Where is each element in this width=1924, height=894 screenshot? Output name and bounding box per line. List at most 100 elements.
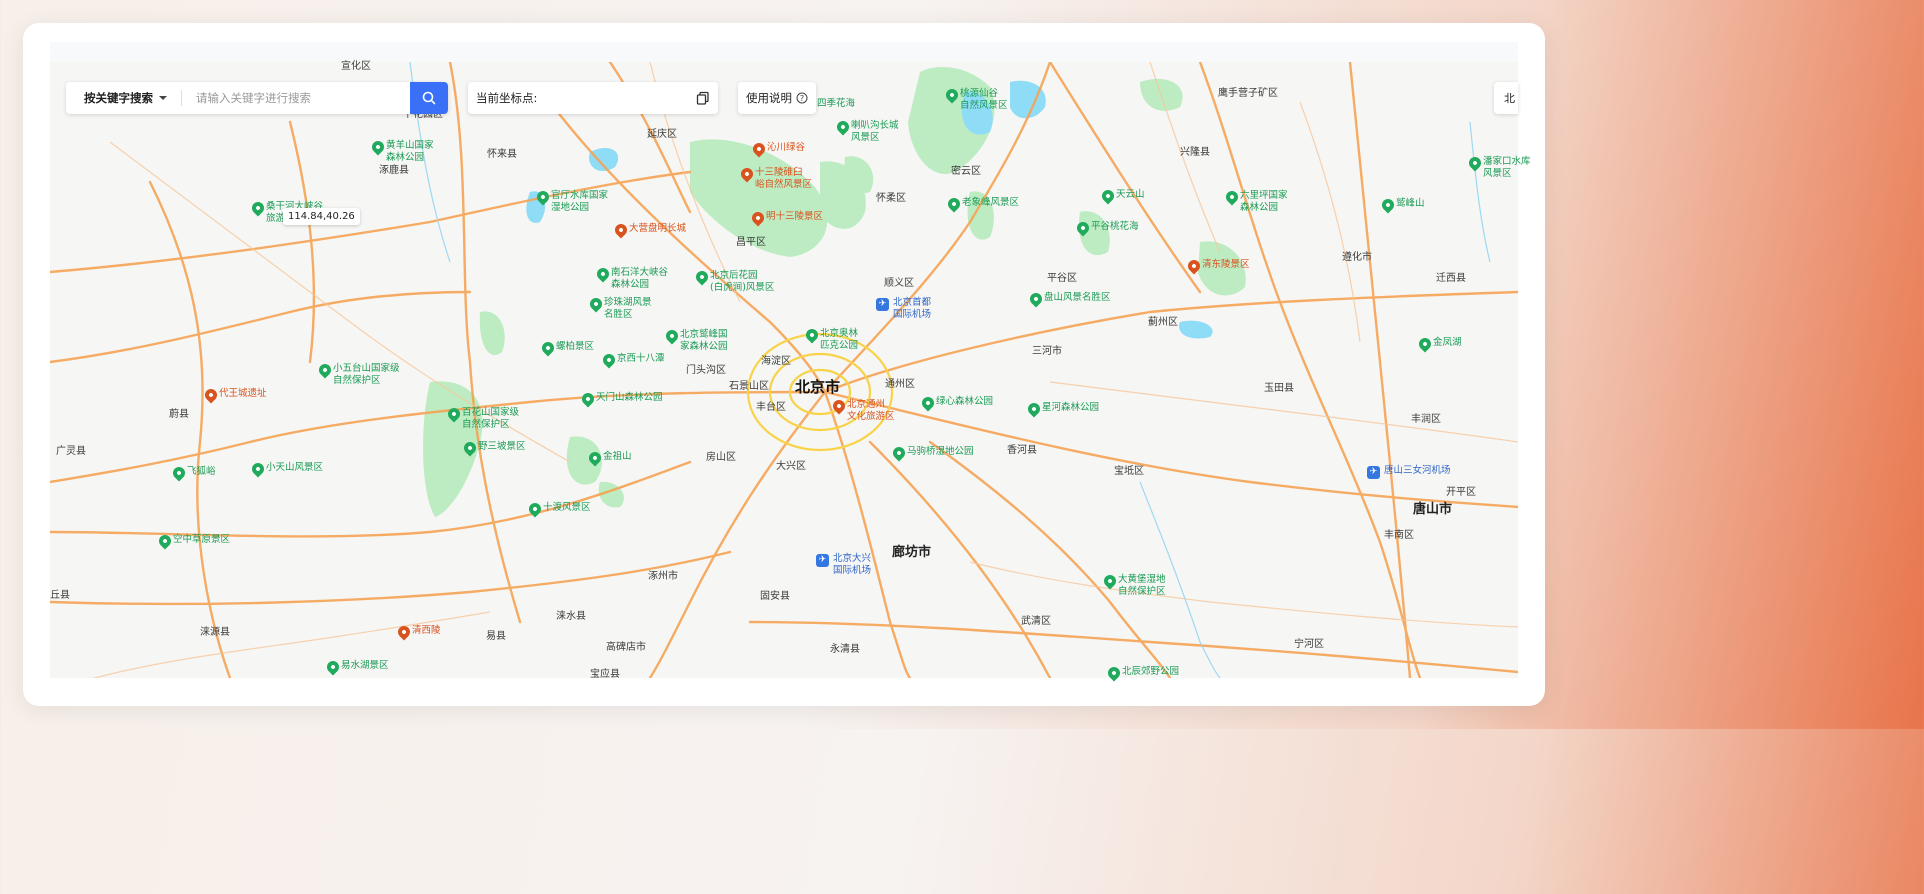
scenic-poi-label[interactable]: 北辰郊野公园: [1122, 666, 1179, 678]
city-label: 遵化市: [1342, 252, 1372, 263]
scenic-poi-label[interactable]: 喇叭沟长城 风景区: [851, 120, 899, 144]
scenic-poi-label[interactable]: 金凤湖: [1433, 337, 1462, 349]
historic-poi-label[interactable]: 十三陵碓臼 峪自然风景区: [755, 167, 812, 191]
scenic-poi-label[interactable]: 绿心森林公园: [936, 396, 993, 408]
scenic-poi-label[interactable]: 盘山风景名胜区: [1044, 292, 1111, 304]
scenic-poi-label[interactable]: 四季花海: [817, 98, 855, 110]
scenic-poi-label[interactable]: 小天山风景区: [266, 462, 323, 474]
search-mode-label: 按关键字搜索: [84, 91, 153, 105]
city-label: 丰南区: [1384, 530, 1414, 541]
city-label: 门头沟区: [686, 365, 726, 376]
search-mode-dropdown[interactable]: 按关键字搜索: [84, 90, 167, 106]
scenic-poi-label[interactable]: 京西十八潭: [617, 353, 665, 365]
historic-poi-label[interactable]: 沁川绿谷: [767, 142, 805, 154]
scenic-poi-label[interactable]: 螺柏景区: [556, 341, 594, 353]
scenic-poi-label[interactable]: 大黄堡湿地 自然保护区: [1118, 574, 1166, 598]
airport-icon[interactable]: ✈: [1367, 466, 1380, 479]
scenic-poi-label[interactable]: 老象峰风景区: [962, 197, 1019, 209]
city-label: 易县: [486, 631, 506, 642]
scenic-poi-label[interactable]: 十渡风景区: [543, 502, 591, 514]
city-label: 大兴区: [776, 461, 806, 472]
city-label: 丘县: [50, 590, 70, 601]
scenic-poi-label[interactable]: 南石洋大峡谷 森林公园: [611, 267, 668, 291]
city-label: 香河县: [1007, 445, 1037, 456]
scenic-poi-label[interactable]: 天门山森林公园: [596, 392, 663, 404]
city-label: 涿州市: [648, 571, 678, 582]
scenic-poi-label[interactable]: 金祖山: [603, 451, 632, 463]
airport-icon[interactable]: ✈: [816, 554, 829, 567]
city-label: 廊坊市: [892, 545, 932, 560]
scenic-poi-label[interactable]: 黄羊山国家 森林公园: [386, 140, 434, 164]
city-label: 开平区: [1446, 487, 1476, 498]
city-label: 涞源县: [200, 627, 230, 638]
historic-poi-label[interactable]: 清东陵景区: [1202, 259, 1250, 271]
city-label: 迁西县: [1436, 273, 1466, 284]
city-label: 昌平区: [736, 237, 766, 248]
coordinate-label: 当前坐标点:: [476, 91, 538, 105]
scenic-poi-label[interactable]: 平谷桃花海: [1091, 221, 1139, 233]
scenic-poi-label[interactable]: 六里坪国家 森林公园: [1240, 190, 1288, 214]
scenic-poi-label[interactable]: 珍珠湖风景 名胜区: [604, 297, 652, 321]
right-panel-label: 北: [1504, 92, 1515, 105]
map-canvas[interactable]: [50, 62, 1518, 678]
city-label: 玉田县: [1264, 383, 1294, 394]
copy-icon[interactable]: [696, 90, 710, 109]
city-label: 鹰手营子矿区: [1218, 88, 1278, 99]
historic-poi-label[interactable]: 大营盘明长城: [629, 223, 686, 235]
city-label: 怀柔区: [876, 193, 906, 204]
city-label: 丰润区: [1411, 414, 1441, 425]
scenic-poi-label[interactable]: 空中草原景区: [173, 534, 230, 546]
right-panel-button[interactable]: 北: [1494, 82, 1518, 114]
scenic-poi-label[interactable]: 北京鹫峰国 家森林公园: [680, 329, 728, 353]
scenic-poi-label[interactable]: 星河森林公园: [1042, 402, 1099, 414]
scenic-poi-label[interactable]: 飞狐峪: [187, 466, 216, 478]
chevron-down-icon: [159, 96, 167, 100]
search-input[interactable]: [194, 90, 398, 106]
city-label: 怀来县: [487, 149, 517, 160]
city-label: 北京市: [795, 378, 841, 396]
help-label: 使用说明: [746, 91, 792, 105]
scenic-poi-label[interactable]: 桃源仙谷 自然风景区: [960, 88, 1008, 112]
city-label: 蔚县: [169, 409, 189, 420]
city-label: 平谷区: [1047, 273, 1077, 284]
search-box: 按关键字搜索: [66, 82, 448, 114]
search-button[interactable]: [410, 82, 448, 114]
city-label: 宝坻区: [1114, 466, 1144, 477]
city-label: 唐山市: [1413, 502, 1453, 517]
city-label: 密云区: [951, 166, 981, 177]
city-label: 海淀区: [761, 356, 791, 367]
scenic-poi-label[interactable]: 野三坡景区: [478, 441, 526, 453]
city-label: 兴隆县: [1180, 147, 1210, 158]
airport-label[interactable]: 北京大兴 国际机场: [833, 553, 871, 577]
scenic-poi-label[interactable]: 马驹桥湿地公园: [907, 446, 974, 458]
scenic-poi-label[interactable]: 天云山: [1116, 189, 1145, 201]
historic-poi-label[interactable]: 代王城遗址: [219, 388, 267, 400]
scenic-poi-label[interactable]: 潘家口水库 风景区: [1483, 156, 1531, 180]
scenic-poi-label[interactable]: 北京奥林 匹克公园: [820, 328, 858, 352]
historic-poi-label[interactable]: 北京通州 文化旅游区: [847, 399, 895, 423]
city-label: 宝应县: [590, 669, 620, 680]
city-label: 固安县: [760, 591, 790, 602]
scenic-poi-label[interactable]: 官厅水库国家 湿地公园: [551, 190, 608, 214]
scenic-poi-label[interactable]: 小五台山国家级 自然保护区: [333, 363, 400, 387]
scenic-poi-label[interactable]: 鹫峰山: [1396, 198, 1425, 210]
airport-icon[interactable]: ✈: [876, 298, 889, 311]
city-label: 石景山区: [729, 381, 769, 392]
city-label: 房山区: [706, 452, 736, 463]
scenic-poi-label[interactable]: 百花山国家级 自然保护区: [462, 407, 519, 431]
historic-poi-label[interactable]: 明十三陵景区: [766, 211, 823, 223]
scenic-poi-label[interactable]: 易水湖景区: [341, 660, 389, 672]
scenic-poi-label[interactable]: 北京后花园 (白虎涧)风景区: [710, 270, 774, 294]
city-label: 蓟州区: [1148, 317, 1178, 328]
historic-poi-label[interactable]: 清西陵: [412, 625, 441, 637]
airport-label[interactable]: 唐山三女河机场: [1384, 465, 1451, 477]
svg-text:?: ?: [800, 94, 804, 103]
city-label: 永清县: [830, 644, 860, 655]
city-label: 涞水县: [556, 611, 586, 622]
coordinate-box: 当前坐标点:: [468, 82, 718, 114]
city-label: 顺义区: [884, 278, 914, 289]
airport-label[interactable]: 北京首都 国际机场: [893, 297, 931, 321]
city-label: 三河市: [1032, 346, 1062, 357]
help-button[interactable]: 使用说明 ?: [738, 82, 816, 114]
question-icon: ?: [796, 92, 808, 104]
